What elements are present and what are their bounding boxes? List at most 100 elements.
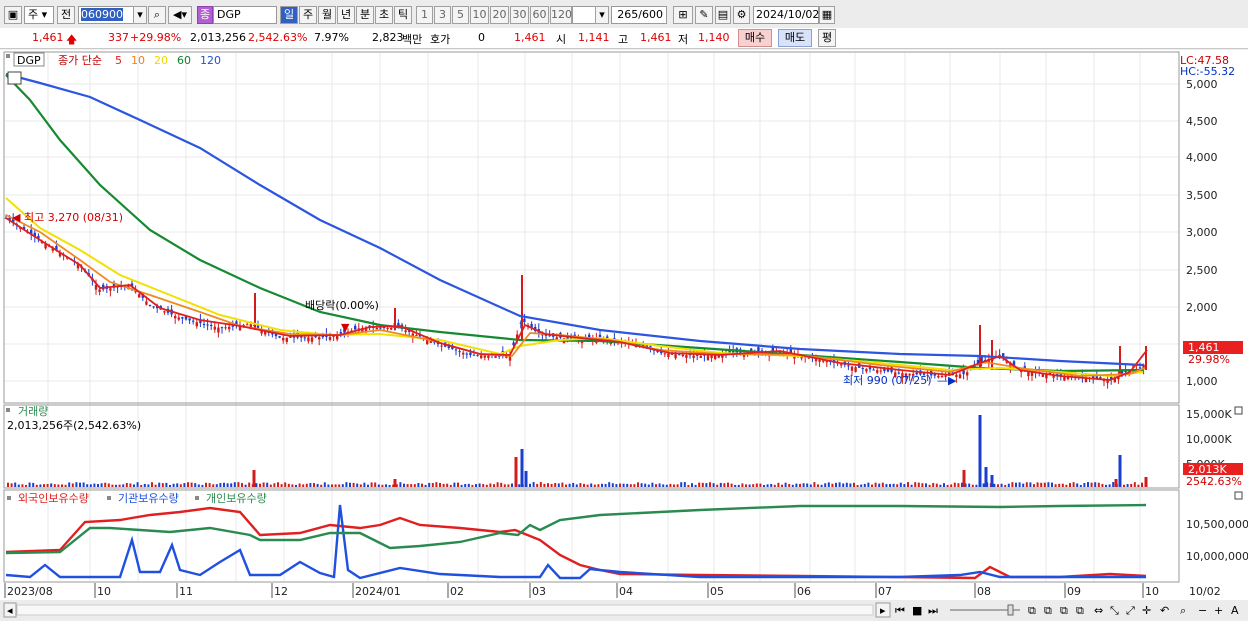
volume-bar [255, 483, 258, 487]
volume-bar [39, 484, 42, 487]
layout-d-icon[interactable]: ⧉ [1076, 604, 1084, 617]
interval-button-20[interactable]: 20 [490, 6, 509, 24]
panel-handle-icon[interactable] [6, 54, 10, 58]
scrollbar-track[interactable] [16, 604, 874, 616]
volume-bar [827, 482, 830, 487]
volume-bar [298, 483, 301, 487]
volume-bar [716, 484, 719, 487]
period-tab-1[interactable]: 주 [299, 6, 317, 24]
search-icon[interactable]: ⌕ [148, 6, 166, 24]
fit-icon[interactable]: ⇔ [1094, 604, 1103, 617]
font-size-icon[interactable]: A [1231, 604, 1239, 617]
candle-body [825, 361, 828, 363]
holder-close-icon[interactable] [1234, 491, 1243, 500]
stop-icon[interactable]: ■ [912, 604, 922, 617]
price-tick-5: 2,500 [1186, 264, 1218, 277]
candle-body [192, 320, 195, 322]
volume-bar [169, 484, 171, 487]
holder-legend-handle-icon[interactable] [7, 496, 11, 500]
candle-type-icon[interactable]: ⊞ [673, 6, 693, 24]
holder-legend-handle-icon[interactable] [107, 496, 111, 500]
holder-legend-handle-icon[interactable] [195, 496, 199, 500]
prev-button[interactable]: 전 [57, 6, 75, 24]
volume-bar [439, 482, 441, 487]
volume-bar [356, 483, 359, 487]
pan-icon[interactable]: ⤢ [1126, 604, 1135, 617]
volume-bar [1133, 482, 1136, 487]
volume-spike-bar [524, 471, 528, 487]
volume-bar [46, 483, 49, 487]
period-tab-3[interactable]: 년 [337, 6, 355, 24]
count-field[interactable]: 265/600 [611, 6, 667, 24]
layout-c-icon[interactable]: ⧉ [1060, 604, 1068, 617]
volume-bar [975, 484, 978, 487]
volume-bar [471, 484, 474, 487]
candle-body [332, 335, 335, 337]
grid-toggle-icon[interactable] [7, 71, 22, 85]
period-tab-2[interactable]: 월 [318, 6, 336, 24]
volume-close-icon[interactable] [1234, 406, 1243, 415]
sell-button[interactable]: 매도 [778, 29, 812, 47]
period-select[interactable]: 주 ▾ [24, 6, 54, 24]
layout-icon[interactable]: ▣ [4, 6, 22, 24]
interval-button-10[interactable]: 10 [470, 6, 489, 24]
volume-bar [107, 483, 110, 487]
volume-bar [136, 482, 139, 487]
ma-legend-60: 60 [177, 54, 191, 67]
volume-bar [449, 484, 452, 487]
volume-bar [129, 483, 132, 487]
volume-bar [1105, 484, 1107, 487]
volume-bar [568, 483, 571, 487]
volume-bar [262, 482, 265, 487]
calendar-icon[interactable]: ▦ [819, 6, 835, 24]
volume-panel-handle-icon[interactable] [6, 408, 10, 412]
interval-button-5[interactable]: 5 [452, 6, 469, 24]
forward-icon[interactable]: ⏭ [928, 604, 938, 617]
interval-button-1[interactable]: 1 [416, 6, 433, 24]
zoom-slider-thumb[interactable] [1007, 604, 1014, 616]
stock-chart[interactable]: DGP 종가 단순 5 10 20 60 120 LC:47.58 HC:-55.32 … [0, 50, 1248, 621]
code-dropdown-icon[interactable]: ▾ [133, 6, 147, 24]
interval-button-3[interactable]: 3 [434, 6, 451, 24]
volume-bar [122, 484, 125, 487]
candle-body [850, 366, 854, 371]
layout-a-icon[interactable]: ⧉ [1028, 604, 1036, 617]
candle-body [818, 359, 821, 362]
period-tab-5[interactable]: 초 [375, 6, 393, 24]
interval-button-120[interactable]: 120 [550, 6, 572, 24]
interval-button-30[interactable]: 30 [510, 6, 529, 24]
gear-icon[interactable]: ⚙ [733, 6, 750, 24]
layout-b-icon[interactable]: ⧉ [1044, 604, 1052, 617]
volume-bar [917, 482, 920, 487]
volume-bar [1090, 482, 1093, 487]
volume-bar [82, 482, 85, 487]
code-input[interactable]: 060900 [78, 6, 136, 24]
reset-icon[interactable]: ↶ [1160, 604, 1169, 617]
candle-body [958, 374, 962, 379]
save-icon[interactable]: ▤ [715, 6, 731, 24]
top-toolbar: ▣ 주 ▾ 전 060900 ▾ ⌕ ◀▾ 종 DGP 일주월년분초틱 1351… [0, 0, 1248, 29]
extra-dropdown-icon[interactable]: ▾ [595, 6, 609, 24]
volume-bar [590, 483, 593, 487]
interval-button-60[interactable]: 60 [530, 6, 549, 24]
minus-icon[interactable]: − [1198, 604, 1207, 617]
cross-icon[interactable]: ✛ [1142, 604, 1151, 617]
sound-icon[interactable]: ◀▾ [168, 6, 192, 24]
candle-body [440, 345, 443, 347]
ma-legend-10: 10 [131, 54, 145, 67]
zoom-out-icon[interactable]: ⤡ [1110, 604, 1119, 617]
eval-button[interactable]: 평 [818, 29, 836, 47]
volume-spike-bar [1114, 479, 1118, 487]
period-tab-6[interactable]: 틱 [394, 6, 412, 24]
period-tab-0[interactable]: 일 [280, 6, 298, 24]
plus-icon[interactable]: + [1214, 604, 1223, 617]
tools-icon[interactable]: ✎ [695, 6, 713, 24]
volume-bar [1033, 484, 1035, 487]
period-tab-4[interactable]: 분 [356, 6, 374, 24]
date-field[interactable]: 2024/10/02 [753, 6, 819, 24]
buy-button[interactable]: 매수 [738, 29, 772, 47]
stock-name-field[interactable]: DGP [213, 6, 277, 24]
volume-bar [629, 484, 632, 487]
rewind-icon[interactable]: ⏮ [895, 604, 905, 617]
magnifier-icon[interactable]: ⌕ [1180, 604, 1186, 617]
